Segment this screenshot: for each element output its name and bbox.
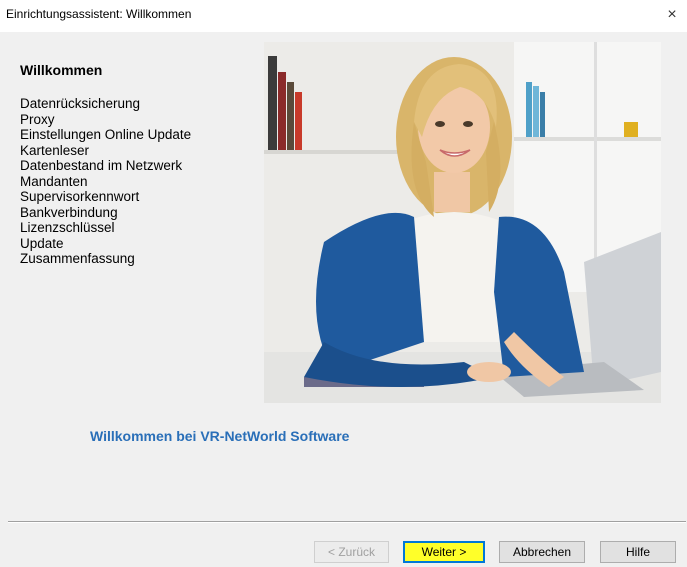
steps-heading: Willkommen [20, 62, 103, 78]
wizard-steps: Willkommen Datenrücksicherung Proxy Eins… [8, 62, 258, 267]
step-item: Supervisorkennwort [20, 189, 140, 204]
step-item: Lizenzschlüssel [20, 220, 115, 235]
step-item: Zusammenfassung [20, 251, 135, 266]
close-icon: × [667, 6, 677, 23]
step-item: Kartenleser [20, 142, 90, 158]
title-bar: Einrichtungsassistent: Willkommen × [0, 0, 687, 32]
welcome-photo [264, 42, 661, 403]
step-item: Datenbestand im Netzwerk [20, 158, 183, 173]
step-item: Bankverbindung [20, 204, 118, 220]
step-item: Proxy [20, 111, 55, 127]
welcome-heading: Willkommen bei VR-NetWorld Software [90, 428, 350, 444]
divider [8, 521, 686, 523]
help-button[interactable]: Hilfe [600, 541, 676, 563]
back-button[interactable]: < Zurück [314, 541, 389, 563]
step-item: Einstellungen Online Update [20, 127, 192, 142]
close-button[interactable]: × [657, 0, 687, 30]
next-button[interactable]: Weiter > [403, 541, 485, 563]
window-title: Einrichtungsassistent: Willkommen [6, 7, 192, 21]
step-item: Datenrücksicherung [20, 96, 141, 111]
step-item: Update [20, 235, 64, 251]
step-item: Mandanten [20, 173, 88, 189]
cancel-button[interactable]: Abbrechen [499, 541, 585, 563]
